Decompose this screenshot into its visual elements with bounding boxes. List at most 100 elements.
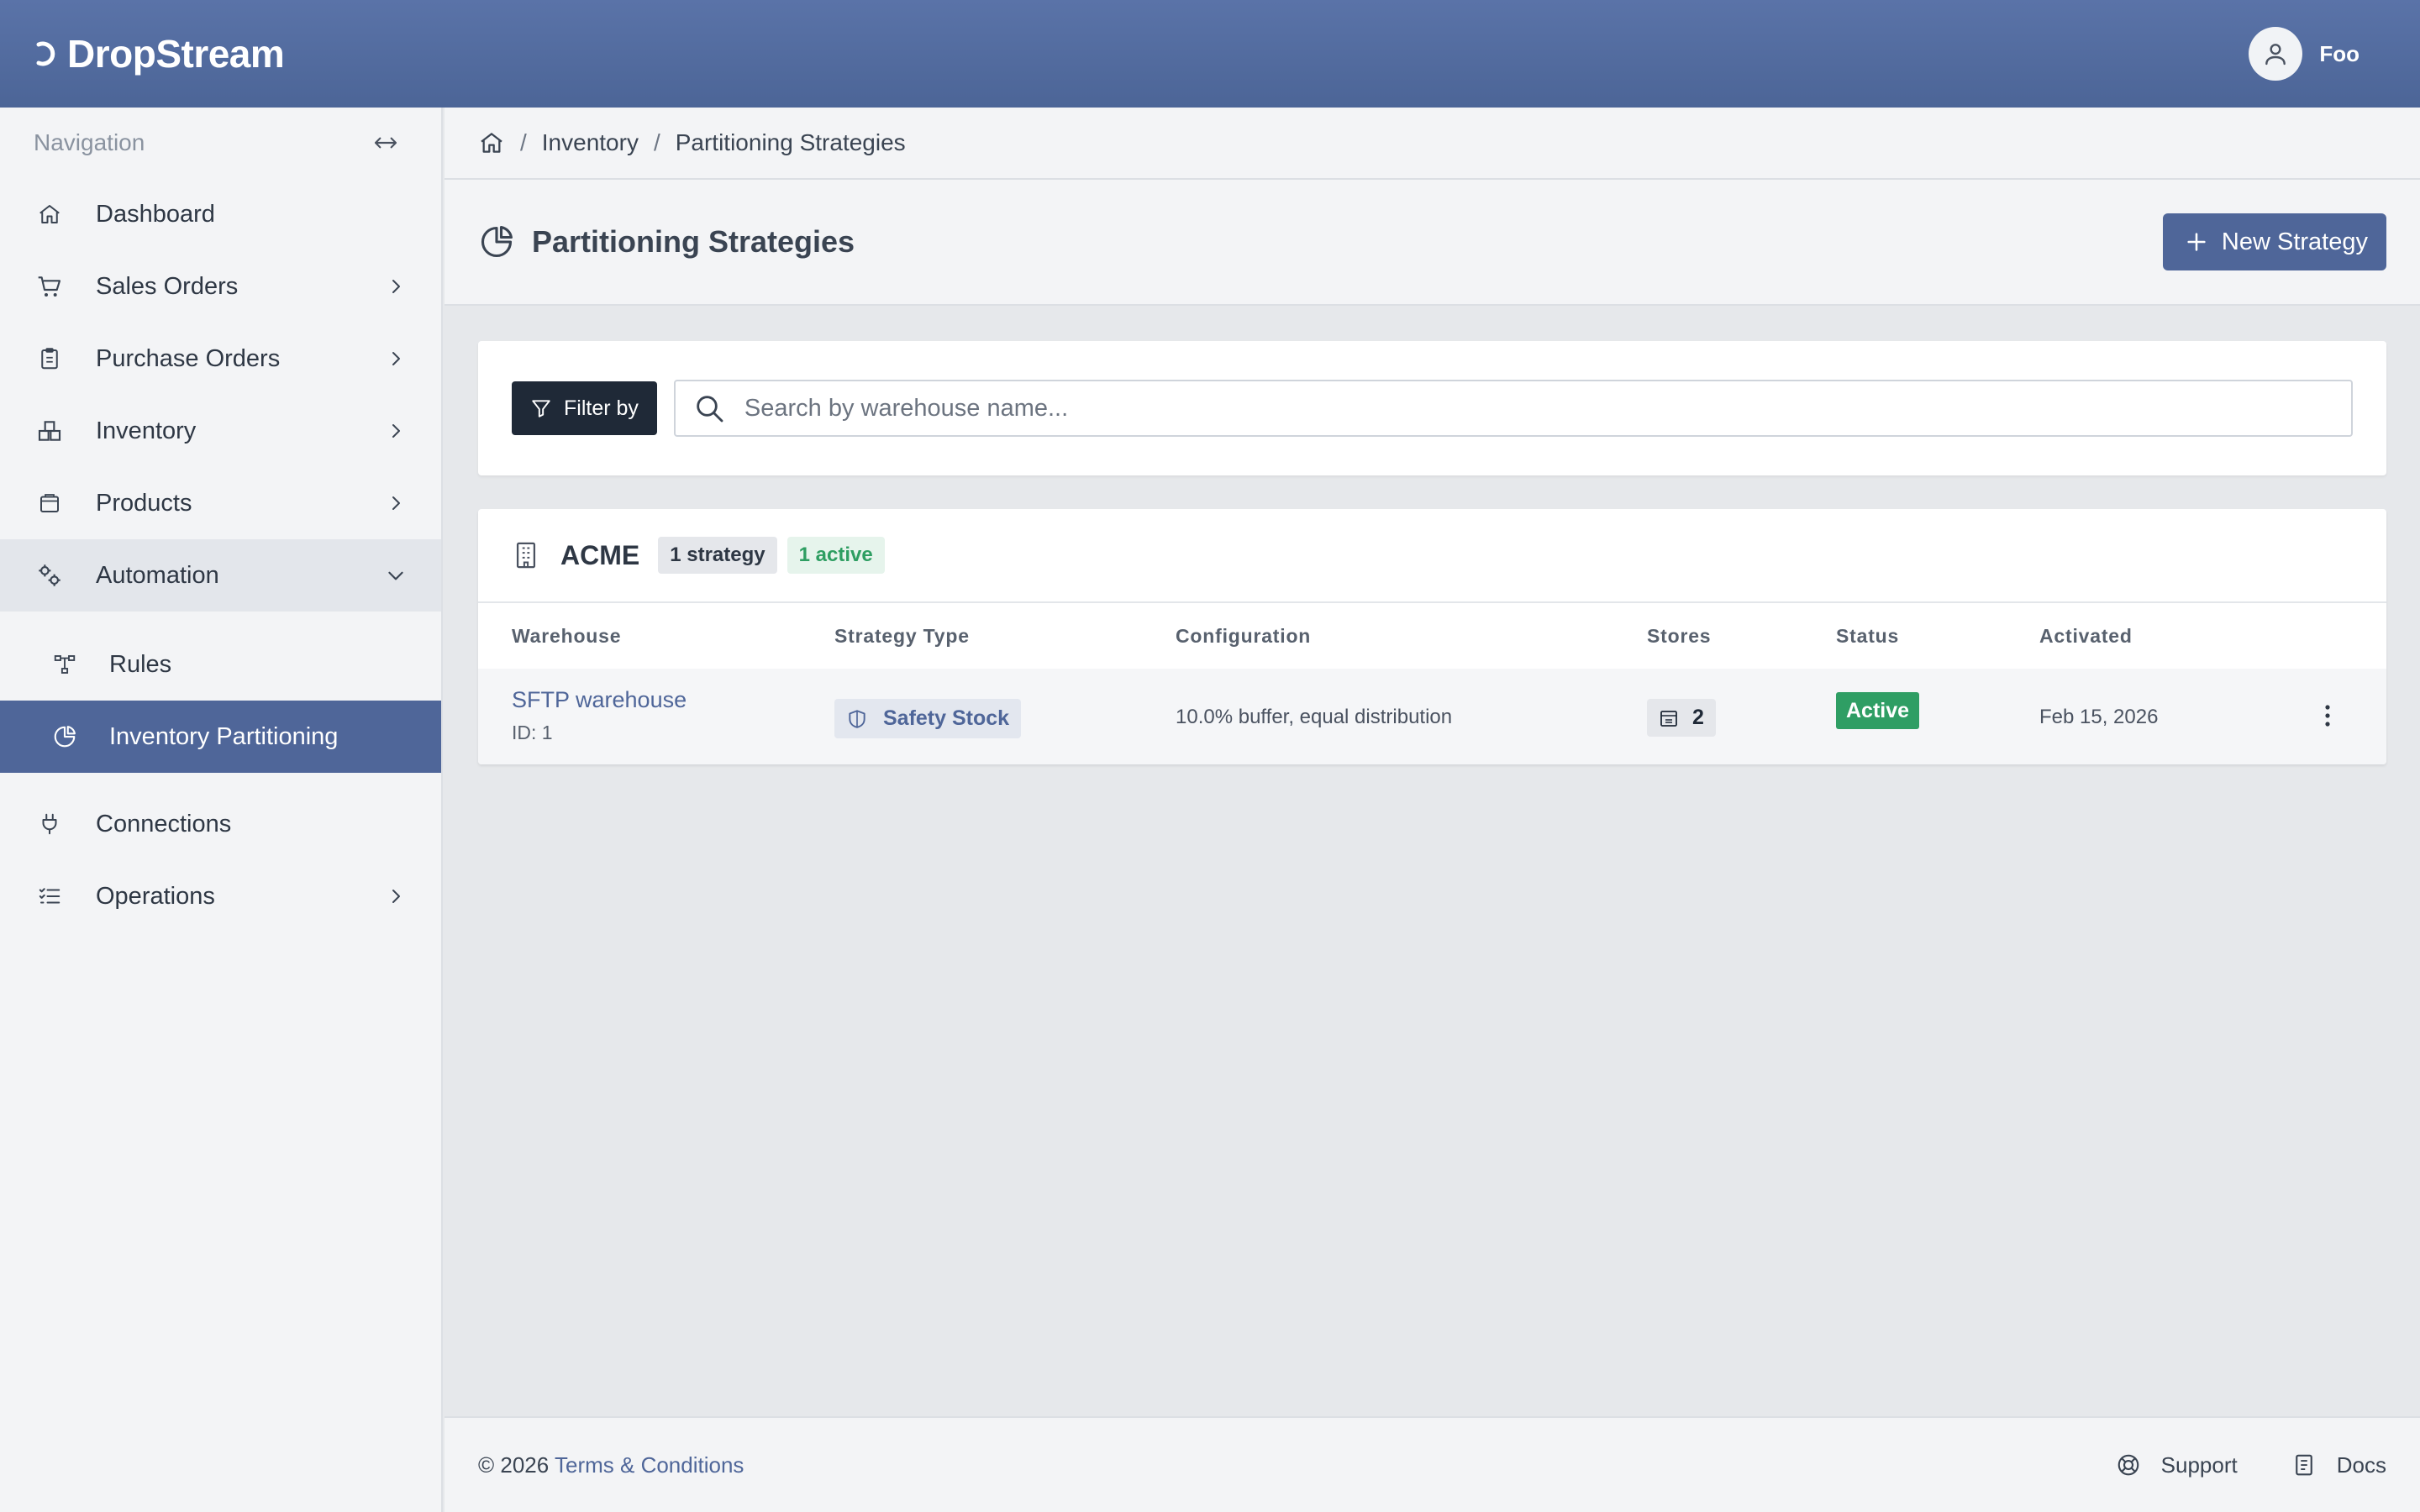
workflow-icon [50,650,79,679]
filter-by-button[interactable]: Filter by [512,381,657,435]
shield-icon [849,709,865,728]
brand-name: DropStream [67,32,285,76]
warehouse-group-card: ACME 1 strategy 1 active Warehouse Strat… [478,509,2386,764]
sidebar-item-inventory[interactable]: Inventory [0,395,441,467]
activated-date: Feb 15, 2026 [2039,706,2159,728]
sidebar-subitem-label: Inventory Partitioning [109,722,339,750]
page-title: Partitioning Strategies [532,224,855,259]
warehouse-link[interactable]: SFTP warehouse [512,687,687,713]
configuration-cell: 10.0% buffer, equal distribution [1176,706,1453,728]
more-vertical-icon [2325,705,2330,727]
strategy-type-badge: Safety Stock [834,699,1022,738]
sidebar-item-connections[interactable]: Connections [0,788,441,860]
home-icon [34,198,66,230]
docs-link[interactable]: Docs [2291,1452,2386,1478]
sidebar-item-products[interactable]: Products [0,467,441,539]
automation-submenu: Rules Inventory Partitioning [0,612,441,788]
support-link[interactable]: Support [2116,1452,2238,1478]
sidebar-item-label: Connections [96,810,232,837]
sidebar-item-purchase-orders[interactable]: Purchase Orders [0,323,441,395]
column-header-strategy-type[interactable]: Strategy Type [834,625,970,648]
user-menu[interactable]: Foo [2249,27,2360,81]
chevron-right-icon [384,885,408,908]
store-icon [1660,710,1677,727]
group-header: ACME 1 strategy 1 active [478,509,2386,603]
chevron-down-icon [384,564,408,587]
column-header-stores[interactable]: Stores [1647,625,1711,648]
sidebar-item-sales-orders[interactable]: Sales Orders [0,250,441,323]
search-input[interactable] [744,394,2334,423]
pie-chart-icon [50,722,79,751]
terms-link[interactable]: Terms & Conditions [555,1452,744,1478]
collapse-sidebar-icon[interactable] [372,129,399,156]
sidebar-item-label: Purchase Orders [96,344,281,372]
support-label: Support [2160,1452,2238,1478]
chevron-right-icon [384,347,408,370]
sidebar-item-rules[interactable]: Rules [0,628,441,701]
breadcrumb-separator: / [520,129,527,155]
cart-icon [34,270,66,302]
package-icon [34,487,66,519]
home-icon[interactable] [478,129,505,156]
filter-bar: Filter by [478,341,2386,475]
row-actions-button[interactable] [2315,701,2340,731]
sidebar-item-label: Products [96,489,192,517]
breadcrumb-link-inventory[interactable]: Inventory [542,129,639,156]
plus-icon [2187,233,2206,251]
filter-by-label: Filter by [564,396,639,420]
column-header-activated[interactable]: Activated [2039,625,2133,648]
column-header-configuration[interactable]: Configuration [1176,625,1311,648]
sidebar-subitem-label: Rules [109,650,172,678]
user-name: Foo [2319,40,2360,66]
search-icon [697,396,723,423]
avatar[interactable] [2249,27,2303,81]
lifebuoy-icon [2118,1454,2139,1476]
group-name: ACME [560,539,640,570]
docs-label: Docs [2336,1452,2386,1478]
brand-logo[interactable]: DropStream [34,31,285,76]
user-icon [2265,44,2286,66]
sidebar-item-operations[interactable]: Operations [0,860,441,932]
column-header-status[interactable]: Status [1836,625,1899,648]
stores-badge[interactable]: 2 [1647,699,1716,737]
footer: © 2026 Terms & Conditions Support Docs [445,1416,2420,1512]
chevron-right-icon [384,419,408,443]
sidebar-item-label: Dashboard [96,200,215,228]
chevron-right-icon [384,275,408,298]
nav-header-label: Navigation [34,129,145,155]
filter-icon [532,400,550,417]
warehouse-id: ID: 1 [512,722,553,743]
sidebar-item-dashboard[interactable]: Dashboard [0,178,441,250]
main-content: / Inventory / Partitioning Strategies Pa… [445,108,2420,1512]
sidebar-item-label: Operations [96,882,215,910]
logo-mark-icon [36,41,55,66]
sidebar-item-label: Sales Orders [96,272,239,300]
breadcrumb-current: Partitioning Strategies [675,129,906,155]
table-header: Warehouse Strategy Type Configuration St… [478,603,2386,669]
list-icon [34,880,66,912]
table-row[interactable]: SFTP warehouse ID: 1 Safety Stock 10.0% … [478,669,2386,764]
column-header-warehouse[interactable]: Warehouse [512,625,621,648]
status-badge: Active [1836,692,1920,729]
building-icon [516,542,536,569]
warehouse-cell: SFTP warehouse ID: 1 [512,687,687,744]
top-bar: DropStream Foo [0,0,2420,108]
search-box[interactable] [673,380,2353,437]
strategy-type-label: Safety Stock [883,706,1010,730]
breadcrumb-separator: / [653,129,660,155]
sidebar-item-automation[interactable]: Automation [0,539,441,612]
boxes-icon [34,415,66,447]
copyright: © 2026 [478,1452,550,1478]
breadcrumb: / Inventory / Partitioning Strategies [445,108,2420,180]
strategy-type-cell: Safety Stock [834,699,1022,738]
sidebar-item-label: Inventory [96,417,197,444]
pie-chart-icon [481,226,513,258]
plug-icon [34,808,66,840]
sidebar-item-inventory-partitioning[interactable]: Inventory Partitioning [0,701,441,773]
clipboard-icon [34,343,66,375]
cogs-icon [34,559,66,591]
strategy-count-badge: 1 strategy [658,537,777,574]
stores-cell: 2 [1647,699,1716,737]
footer-legal: © 2026 Terms & Conditions [478,1452,744,1478]
new-strategy-button[interactable]: New Strategy [2162,213,2386,270]
